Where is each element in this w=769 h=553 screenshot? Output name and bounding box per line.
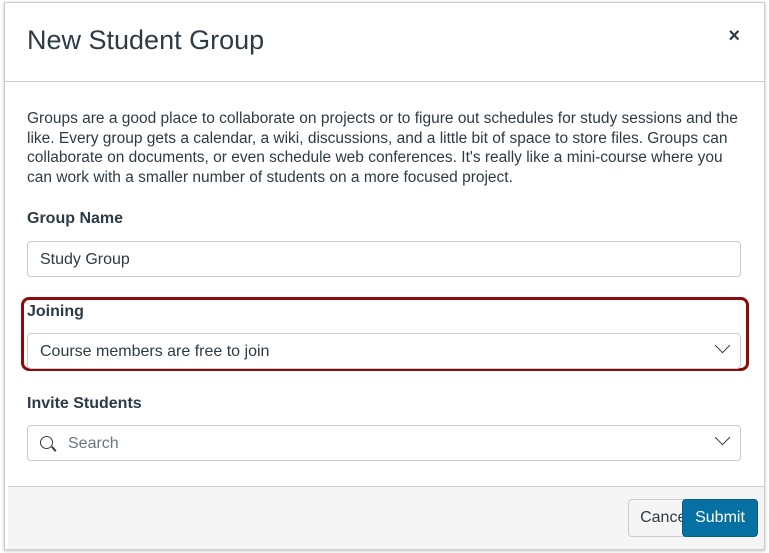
chevron-down-icon (714, 429, 731, 446)
group-name-input[interactable]: Study Group (27, 241, 741, 277)
search-placeholder: Search (68, 435, 119, 452)
new-student-group-dialog: New Student Group × Groups are a good pl… (4, 2, 765, 550)
dialog-header: New Student Group × (5, 3, 764, 82)
dialog-title: New Student Group (27, 25, 265, 55)
description: Groups are a good place to collaborate o… (27, 110, 738, 186)
group-name-label: Group Name (27, 210, 124, 227)
invite-students-search[interactable]: Search (27, 425, 741, 461)
joining-selected-value: Course members are free to join (40, 343, 270, 360)
search-icon (40, 436, 53, 449)
submit-button[interactable]: Submit (682, 499, 758, 537)
close-icon[interactable]: × (728, 25, 740, 48)
dialog-footer: Cancel Submit (8, 486, 764, 549)
joining-label: Joining (27, 303, 84, 320)
joining-select[interactable]: Course members are free to join (27, 333, 741, 369)
invite-students-label: Invite Students (27, 395, 142, 412)
group-name-value: Study Group (40, 251, 130, 268)
chevron-down-icon (714, 337, 731, 354)
